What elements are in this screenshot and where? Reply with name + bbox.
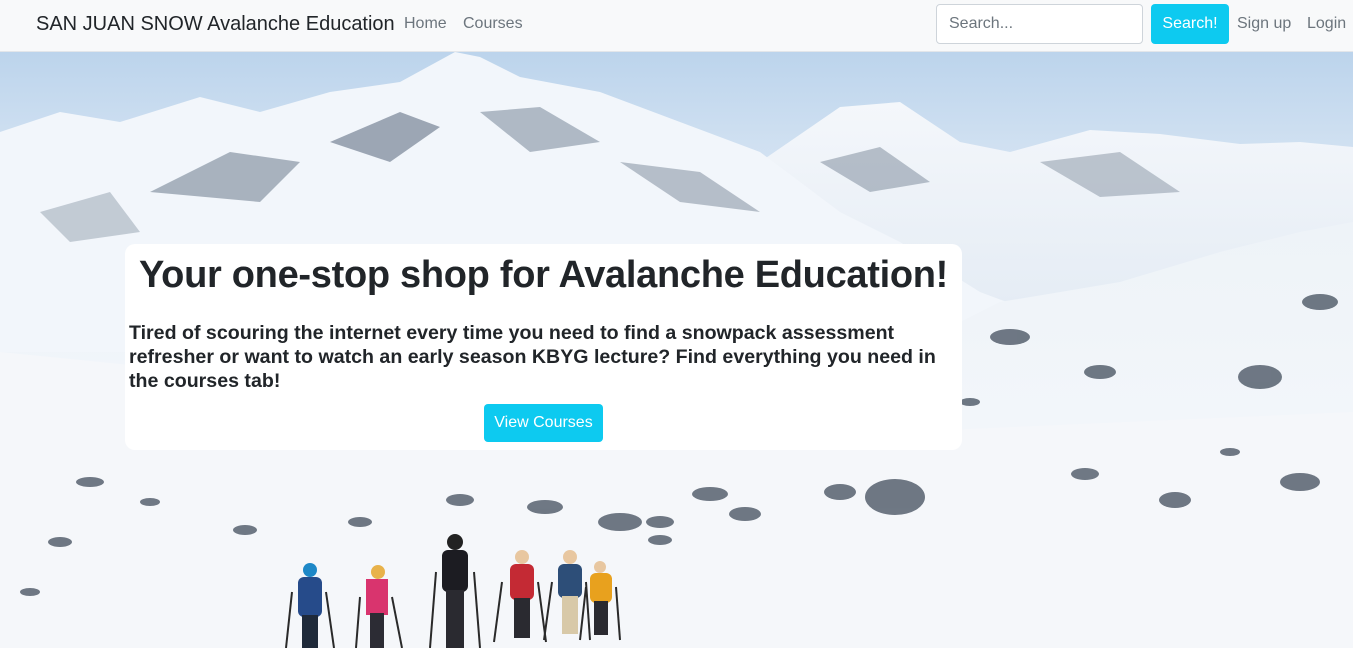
navbar: SAN JUAN SNOW Avalanche Education Home C… bbox=[0, 0, 1353, 52]
nav-home-link[interactable]: Home bbox=[404, 15, 447, 33]
hero-title: Your one-stop shop for Avalanche Educati… bbox=[138, 254, 949, 296]
hero-card: Your one-stop shop for Avalanche Educati… bbox=[125, 244, 962, 450]
brand-link[interactable]: SAN JUAN SNOW Avalanche Education bbox=[36, 13, 395, 36]
nav-signup-link[interactable]: Sign up bbox=[1237, 15, 1291, 33]
nav-login-link[interactable]: Login bbox=[1307, 15, 1346, 33]
search-button[interactable]: Search! bbox=[1151, 4, 1229, 44]
hero-description: Tired of scouring the internet every tim… bbox=[129, 322, 936, 392]
view-courses-button[interactable]: View Courses bbox=[484, 404, 603, 442]
search-input[interactable] bbox=[936, 4, 1143, 44]
nav-courses-link[interactable]: Courses bbox=[463, 15, 523, 33]
